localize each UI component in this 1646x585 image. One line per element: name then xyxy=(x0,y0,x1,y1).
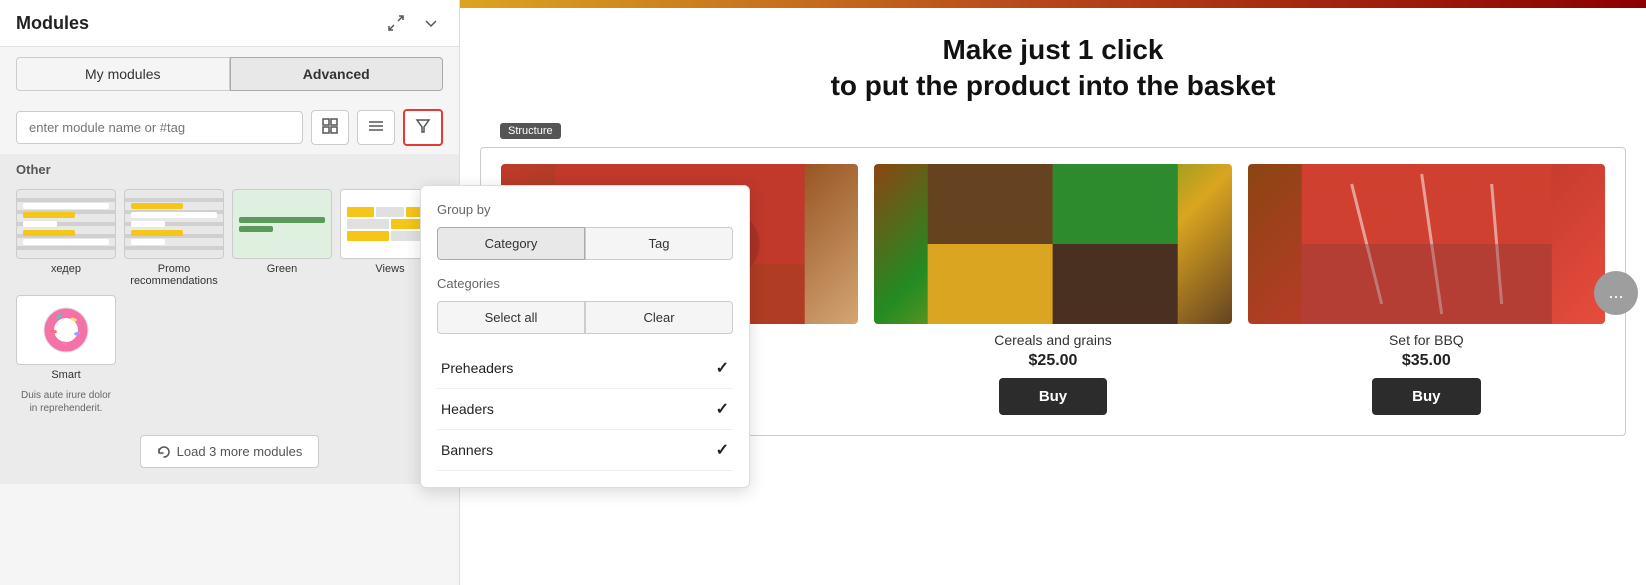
module-item[interactable]: Smart xyxy=(16,295,116,381)
search-row xyxy=(0,101,459,154)
category-label: Banners xyxy=(441,442,493,458)
select-all-button[interactable]: Select all xyxy=(437,301,585,334)
module-name: Smart xyxy=(51,369,80,381)
structure-badge: Structure xyxy=(500,123,561,139)
grid-view-button[interactable] xyxy=(311,110,349,145)
group-by-tag-button[interactable]: Tag xyxy=(585,227,733,260)
check-icon: ✓ xyxy=(716,399,729,419)
module-thumb xyxy=(16,189,116,259)
categories-label: Categories xyxy=(437,276,733,291)
header-icons xyxy=(383,10,443,36)
expand-icon[interactable] xyxy=(383,10,409,36)
category-headers[interactable]: Headers ✓ xyxy=(437,389,733,430)
smart-module-desc: Duis aute irure dolor in reprehenderit. xyxy=(0,389,459,419)
module-name: хедер xyxy=(51,263,81,275)
section-label: Other xyxy=(0,154,459,181)
group-by-row: Category Tag xyxy=(437,227,733,260)
load-more-label: Load 3 more modules xyxy=(177,444,303,459)
category-preheaders[interactable]: Preheaders ✓ xyxy=(437,348,733,389)
module-item[interactable]: Promo recommendations xyxy=(124,189,224,287)
module-thumb xyxy=(232,189,332,259)
load-more-button[interactable]: Load 3 more modules xyxy=(140,435,320,468)
buy-button[interactable]: Buy xyxy=(1372,378,1480,415)
module-item[interactable]: хедер xyxy=(16,189,116,287)
chevron-down-icon[interactable] xyxy=(419,11,443,35)
category-label: Preheaders xyxy=(441,360,513,376)
module-name: Views xyxy=(375,263,404,275)
product-name: Set for BBQ xyxy=(1389,332,1464,348)
check-icon: ✓ xyxy=(716,440,729,460)
group-by-label: Group by xyxy=(437,202,733,217)
filter-dropdown: Group by Category Tag Categories Select … xyxy=(420,185,750,488)
panel-header: Modules xyxy=(0,0,459,47)
module-thumb xyxy=(124,189,224,259)
more-button[interactable]: ... xyxy=(1594,271,1638,315)
modules-grid: хедер Promo recommendations xyxy=(0,181,459,389)
module-name: Green xyxy=(267,263,298,275)
search-input[interactable] xyxy=(16,111,303,144)
select-clear-row: Select all Clear xyxy=(437,301,733,334)
product-image xyxy=(874,164,1231,324)
category-banners[interactable]: Banners ✓ xyxy=(437,430,733,471)
buy-button[interactable]: Buy xyxy=(999,378,1107,415)
product-price: $35.00 xyxy=(1402,352,1451,370)
tab-advanced[interactable]: Advanced xyxy=(230,57,444,91)
check-icon: ✓ xyxy=(716,358,729,378)
product-card: Set for BBQ $35.00 Buy xyxy=(1248,148,1605,415)
tabs-row: My modules Advanced xyxy=(0,47,459,101)
category-list: Preheaders ✓ Headers ✓ Banners ✓ xyxy=(437,348,733,471)
product-image xyxy=(1248,164,1605,324)
product-name: Cereals and grains xyxy=(994,332,1112,348)
load-more-area: Load 3 more modules xyxy=(0,419,459,484)
preview-headline: Make just 1 click to put the product int… xyxy=(460,8,1646,121)
top-image-bar xyxy=(460,0,1646,8)
category-label: Headers xyxy=(441,401,494,417)
panel-title: Modules xyxy=(16,13,89,34)
structure-area: Structure xyxy=(460,121,1646,147)
product-card: Cereals and grains $25.00 Buy xyxy=(874,148,1231,415)
module-item[interactable]: Green xyxy=(232,189,332,287)
module-thumb xyxy=(16,295,116,365)
clear-button[interactable]: Clear xyxy=(585,301,733,334)
module-name: Promo recommendations xyxy=(124,263,224,287)
headline-text: Make just 1 click to put the product int… xyxy=(480,32,1626,105)
tab-my-modules[interactable]: My modules xyxy=(16,57,230,91)
filter-button[interactable] xyxy=(403,109,443,146)
list-view-button[interactable] xyxy=(357,110,395,145)
product-price: $25.00 xyxy=(1029,352,1078,370)
group-by-category-button[interactable]: Category xyxy=(437,227,585,260)
left-panel: Modules My modules Advanced xyxy=(0,0,460,585)
